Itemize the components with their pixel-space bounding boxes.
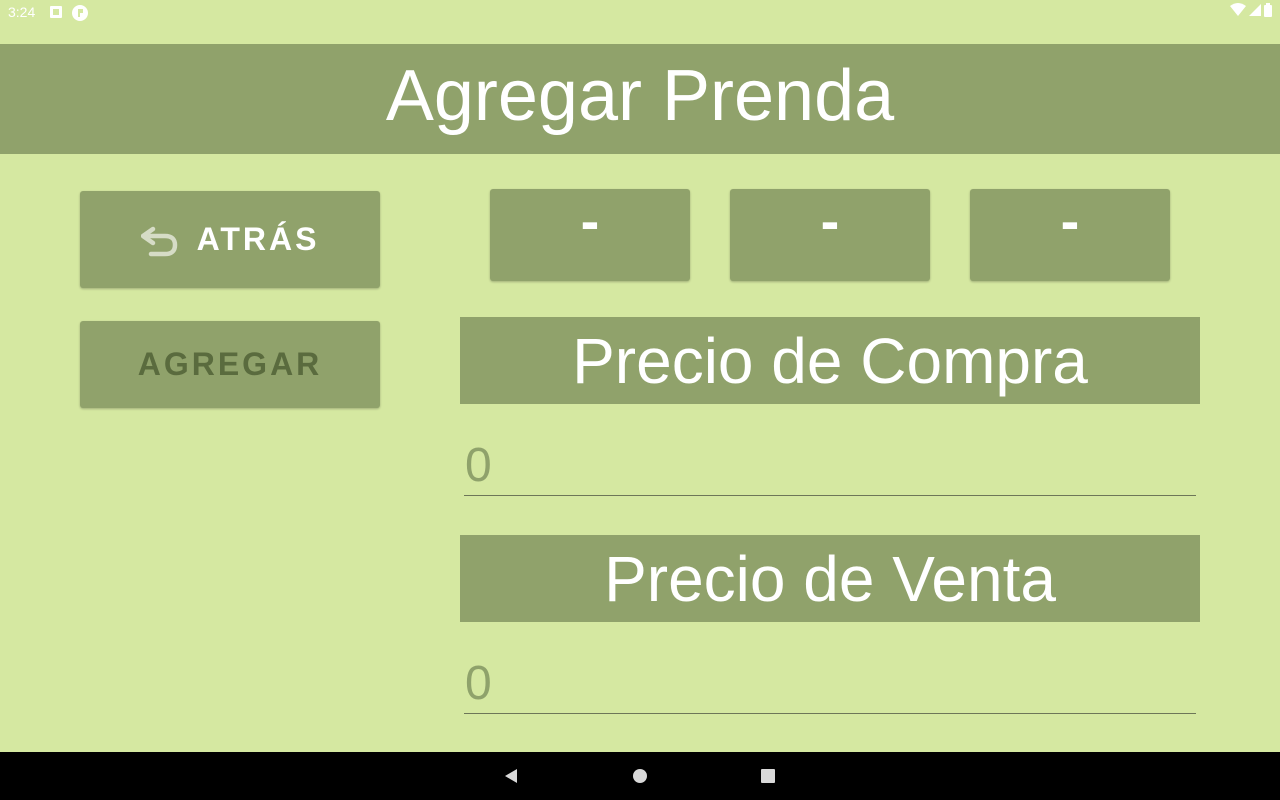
signal-icon (1249, 3, 1261, 21)
sale-price-header: Precio de Venta (460, 535, 1200, 622)
add-button-label: AGREGAR (137, 346, 323, 382)
add-button[interactable]: AGREGAR (80, 321, 380, 408)
purchase-price-input[interactable] (464, 436, 1196, 496)
selector-button-3-label: - (1060, 189, 1080, 252)
page-title: Agregar Prenda (385, 56, 895, 136)
status-right-icons (1230, 2, 1272, 22)
nav-back-icon[interactable] (501, 766, 521, 786)
battery-icon (1264, 2, 1272, 22)
back-button-label: ATRÁS (196, 221, 320, 257)
nav-recents-icon[interactable] (758, 766, 778, 786)
app-icon (72, 5, 88, 21)
sale-price-label: Precio de Venta (604, 542, 1056, 615)
selector-button-1[interactable]: - (490, 189, 690, 281)
undo-arrow-icon (140, 223, 179, 257)
selector-button-2-label: - (820, 189, 840, 252)
status-bar: 3:24 (0, 0, 1280, 24)
selector-button-1-label: - (580, 189, 600, 252)
selector-button-2[interactable]: - (730, 189, 930, 281)
wifi-icon (1230, 2, 1246, 22)
nav-home-icon[interactable] (630, 766, 650, 786)
navigation-bar (0, 752, 1280, 800)
notification-icon (50, 5, 64, 19)
status-time: 3:24 (8, 4, 36, 20)
title-bar: Agregar Prenda (0, 44, 1280, 154)
purchase-price-header: Precio de Compra (460, 317, 1200, 404)
selector-button-3[interactable]: - (970, 189, 1170, 281)
sale-price-input[interactable] (464, 654, 1196, 714)
back-button[interactable]: ATRÁS (80, 191, 380, 288)
purchase-price-label: Precio de Compra (572, 324, 1088, 397)
